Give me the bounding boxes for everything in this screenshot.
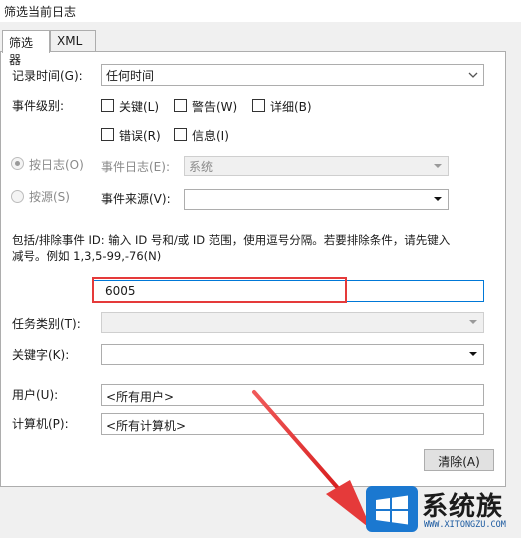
windows-logo-icon: [366, 486, 418, 532]
watermark-url: WWW.XITONGZU.COM: [424, 520, 506, 530]
annotation-arrow-icon: [252, 390, 372, 530]
tab-filter[interactable]: 筛选器: [2, 30, 50, 67]
watermark-brand: 系统族: [422, 492, 504, 522]
watermark: 系统族 WWW.XITONGZU.COM: [362, 484, 521, 538]
